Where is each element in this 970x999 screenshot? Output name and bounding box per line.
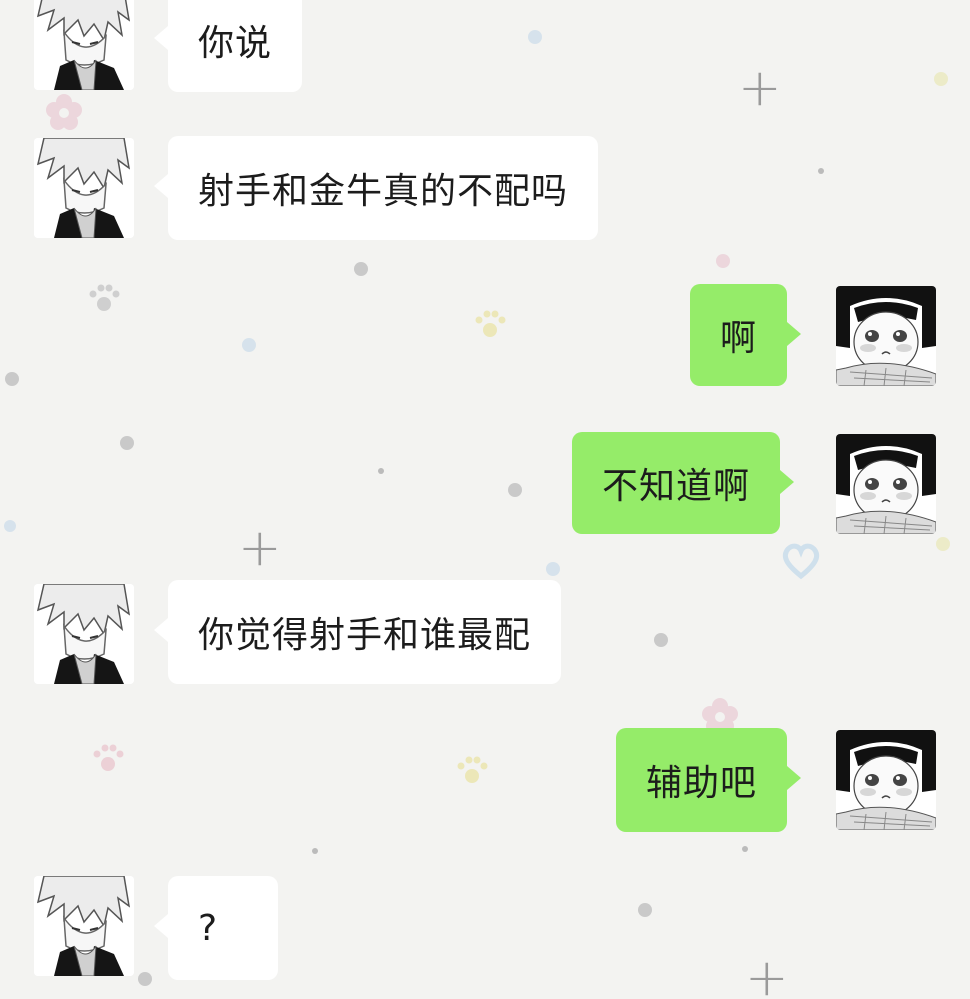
message-row-outgoing: 不知道啊 [0, 432, 970, 536]
boy-manga-avatar-icon [34, 138, 134, 238]
contact-avatar[interactable] [34, 0, 134, 90]
boy-manga-avatar-icon [34, 876, 134, 976]
message-row-outgoing: 啊 [0, 284, 970, 388]
message-text: ? [198, 907, 219, 949]
dot-decoration [354, 262, 368, 276]
message-bubble[interactable]: 啊 [690, 284, 802, 386]
dot-decoration [716, 254, 730, 268]
message-text: 辅助吧 [646, 763, 758, 804]
chat-window[interactable]: + + + 你说 射手和金牛真的不配吗 啊 不知道啊 你觉得射手和谁最配 辅助吧… [0, 0, 970, 999]
message-text: 你觉得射手和谁最配 [198, 615, 532, 656]
message-text: 不知道啊 [602, 466, 751, 507]
boy-manga-avatar-icon [34, 584, 134, 684]
heart-decoration-icon [782, 543, 820, 580]
message-bubble[interactable]: 辅助吧 [616, 728, 802, 832]
my-avatar[interactable] [836, 286, 936, 386]
message-row-outgoing: 辅助吧 [0, 728, 970, 832]
dot-decoration [742, 846, 748, 852]
message-bubble[interactable]: 你觉得射手和谁最配 [153, 580, 562, 684]
message-bubble[interactable]: 你说 [153, 0, 303, 92]
boy-manga-avatar-icon [34, 0, 134, 90]
message-text: 啊 [720, 318, 758, 359]
contact-avatar[interactable] [34, 876, 134, 976]
dot-decoration [936, 537, 950, 551]
message-row-incoming: 射手和金牛真的不配吗 [0, 136, 970, 240]
girl-manga-avatar-icon [836, 286, 936, 386]
my-avatar[interactable] [836, 730, 936, 830]
girl-manga-avatar-icon [836, 434, 936, 534]
message-text: 你说 [198, 23, 273, 64]
dot-decoration [312, 848, 318, 854]
message-row-incoming: ? [0, 876, 970, 980]
message-row-incoming: 你说 [0, 0, 970, 100]
my-avatar[interactable] [836, 434, 936, 534]
girl-manga-avatar-icon [836, 730, 936, 830]
message-text: 射手和金牛真的不配吗 [198, 171, 569, 212]
message-row-incoming: 你觉得射手和谁最配 [0, 580, 970, 684]
message-bubble[interactable]: 不知道啊 [572, 432, 795, 534]
dot-decoration [546, 562, 560, 576]
contact-avatar[interactable] [34, 584, 134, 684]
message-bubble[interactable]: 射手和金牛真的不配吗 [153, 136, 599, 240]
contact-avatar[interactable] [34, 138, 134, 238]
message-bubble[interactable]: ? [154, 876, 278, 980]
